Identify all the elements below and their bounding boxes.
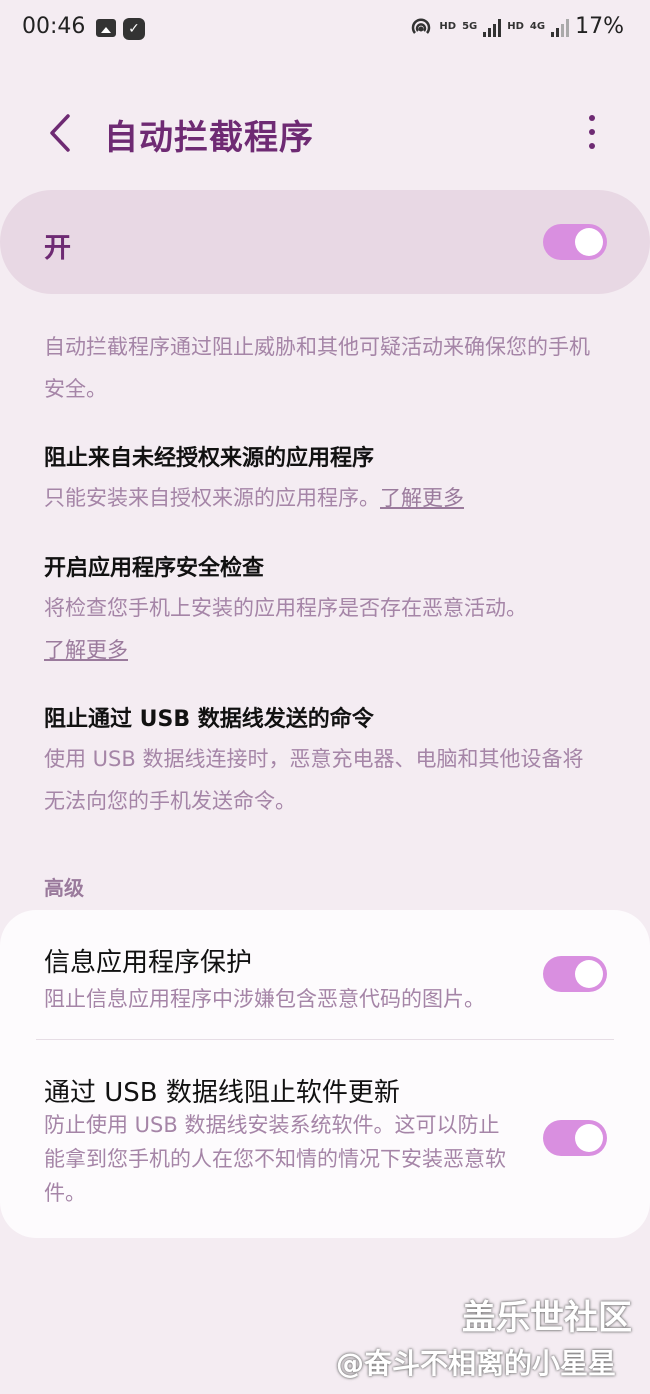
watermark-author: @奋斗不相离的小星星 [336,1347,617,1380]
network-5g: 5G [462,21,478,32]
learn-more-link-2[interactable]: 了解更多 [44,638,128,662]
status-time: 00:46 [22,14,86,39]
toggle-knob [575,228,603,256]
master-toggle[interactable] [543,224,607,260]
battery-level: 17% [575,14,624,39]
hotspot-icon [412,17,431,34]
status-right: HD 5G HD 4G 17% [409,14,624,39]
watermark-community: 盖乐世社区 [462,1298,632,1338]
signal-icon-1 [483,17,502,37]
network-4g: 4G [529,21,546,32]
chevron-left-icon[interactable] [44,112,84,154]
gallery-icon [96,19,116,37]
item-desc-text: 将检查您手机上安装的应用程序是否存在恶意活动。 [44,596,527,620]
option-title-message-protection: 信息应用程序保护 [44,948,253,978]
item-title-app-security-check: 开启应用程序安全检查 [44,556,265,581]
item-desc-text: 只能安装来自授权来源的应用程序。 [44,486,380,510]
message-protection-toggle[interactable] [543,956,607,992]
item-desc-app-security-check: 将检查您手机上安装的应用程序是否存在恶意活动。 了解更多 [44,587,604,671]
learn-more-link-1[interactable]: 了解更多 [380,486,464,510]
master-switch-label: 开 [44,233,71,264]
hd-label-1: HD [439,21,457,32]
item-desc-unauthorized-sources: 只能安装来自授权来源的应用程序。了解更多 [44,477,604,519]
item-desc-usb-commands: 使用 USB 数据线连接时，恶意充电器、电脑和其他设备将无法向您的手机发送命令。 [44,747,584,813]
item-title-unauthorized-sources: 阻止来自未经授权来源的应用程序 [44,446,375,471]
option-title-usb-update-block: 通过 USB 数据线阻止软件更新 [44,1078,400,1108]
option-desc-usb-update-block: 防止使用 USB 数据线安装系统软件。这可以防止能拿到您手机的人在您不知情的情况… [44,1113,506,1205]
toggle-knob [575,960,603,988]
intro-description: 自动拦截程序通过阻止威胁和其他可疑活动来确保您的手机安全。 [44,335,590,401]
page-title: 自动拦截程序 [104,118,314,158]
more-vertical-icon[interactable] [574,112,610,152]
hd-label-2: HD [507,21,524,32]
check-notification-icon: ✓ [123,18,145,40]
section-header-advanced: 高级 [44,876,84,900]
option-desc-message-protection: 阻止信息应用程序中涉嫌包含恶意代码的图片。 [44,987,485,1011]
usb-update-block-toggle[interactable] [543,1120,607,1156]
signal-icon-2 [551,17,570,37]
item-title-usb-commands: 阻止通过 USB 数据线发送的命令 [44,707,374,732]
divider [36,1039,614,1040]
toggle-knob [575,1124,603,1152]
